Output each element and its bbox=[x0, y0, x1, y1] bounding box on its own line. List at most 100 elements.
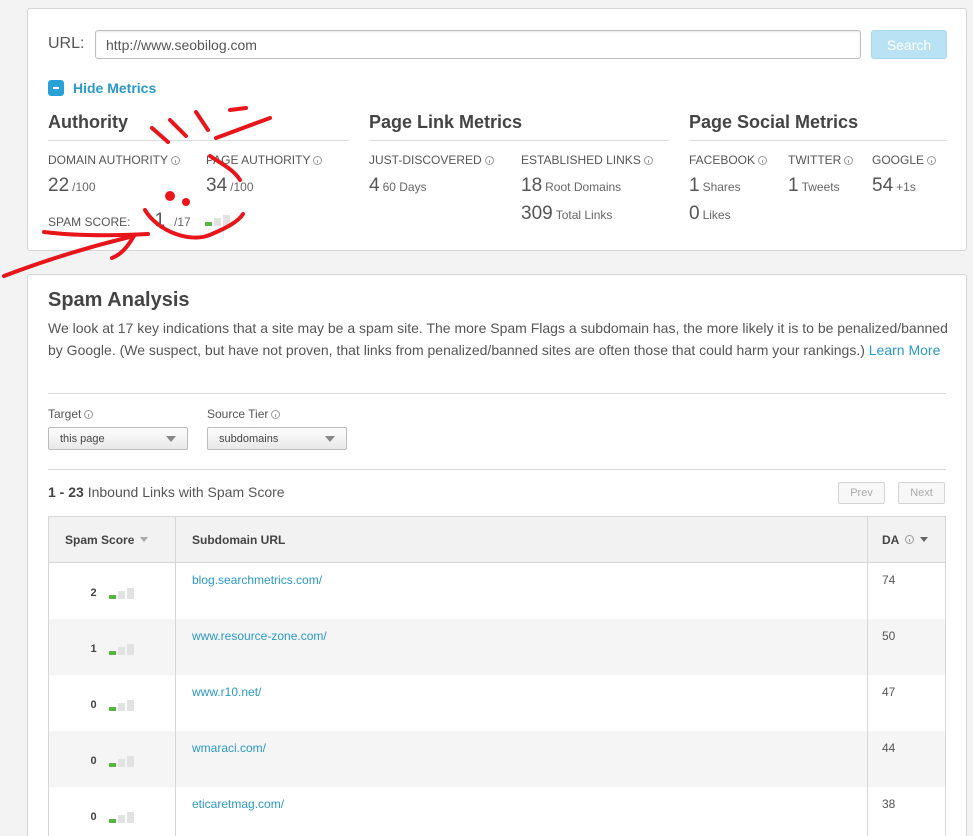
info-icon[interactable] bbox=[484, 155, 494, 165]
spam-bar bbox=[222, 215, 230, 226]
sort-icon bbox=[140, 537, 149, 542]
spam-bar bbox=[126, 700, 134, 711]
da-cell: 38 bbox=[882, 797, 896, 811]
spam-score-number: 2 bbox=[90, 587, 97, 599]
facebook-shares-value: 1 bbox=[689, 175, 700, 196]
target-select[interactable]: this page bbox=[48, 427, 188, 450]
collapse-icon bbox=[48, 80, 64, 96]
subdomain-link[interactable]: wmaraci.com/ bbox=[192, 741, 266, 755]
spam-bar bbox=[108, 763, 116, 767]
table-row: 2 blog.searchmetrics.com/ 74 bbox=[49, 563, 945, 619]
subdomain-link[interactable]: eticaretmag.com/ bbox=[192, 797, 284, 811]
spam-score-cell: 0 bbox=[49, 787, 176, 836]
da-header-label: DA bbox=[882, 532, 900, 547]
description-text: We look at 17 key indications that a sit… bbox=[48, 320, 948, 358]
link-metrics-group: Page Link Metrics bbox=[369, 112, 669, 141]
subdomain-link[interactable]: www.resource-zone.com/ bbox=[192, 629, 327, 643]
subdomain-url-cell: eticaretmag.com/ bbox=[176, 787, 868, 836]
spam-bar bbox=[126, 756, 134, 767]
spam-bar bbox=[213, 218, 221, 226]
just-discovered-metric: JUST-DISCOVERED 4 60 Days bbox=[369, 153, 494, 197]
domain-authority-unit: /100 bbox=[72, 180, 96, 194]
spam-score-number: 0 bbox=[90, 811, 97, 823]
info-icon[interactable] bbox=[905, 535, 915, 544]
next-button[interactable]: Next bbox=[898, 482, 945, 504]
source-tier-select-value: subdomains bbox=[219, 432, 279, 445]
spam-score-column-header[interactable]: Spam Score bbox=[49, 517, 176, 562]
spam-bar bbox=[117, 815, 125, 823]
search-button[interactable]: Search bbox=[871, 30, 947, 59]
spam-score-bars bbox=[108, 812, 134, 823]
just-discovered-label: JUST-DISCOVERED bbox=[369, 153, 482, 167]
page-authority-label: PAGE AUTHORITY bbox=[206, 153, 311, 167]
subdomain-url-column-header[interactable]: Subdomain URL bbox=[176, 517, 868, 562]
spam-bar bbox=[117, 759, 125, 767]
url-input[interactable] bbox=[95, 30, 861, 59]
spam-score-bars bbox=[108, 588, 134, 599]
hide-metrics-toggle[interactable]: Hide Metrics bbox=[48, 80, 156, 96]
just-discovered-value: 4 bbox=[369, 175, 380, 196]
info-icon[interactable] bbox=[84, 409, 94, 419]
sort-icon bbox=[920, 537, 929, 542]
domain-authority-label: DOMAIN AUTHORITY bbox=[48, 153, 169, 167]
spam-bar bbox=[108, 595, 116, 599]
spam-links-table: Spam Score Subdomain URL DA 2 blog.searc… bbox=[48, 516, 946, 836]
metrics-panel: URL: Search Hide Metrics Authority DOMAI… bbox=[27, 8, 967, 251]
table-row: 0 www.r10.net/ 47 bbox=[49, 675, 945, 731]
spam-score-bars bbox=[108, 700, 134, 711]
spam-analysis-description: We look at 17 key indications that a sit… bbox=[48, 317, 948, 361]
facebook-label: FACEBOOK bbox=[689, 153, 756, 167]
facebook-shares-unit: Shares bbox=[702, 180, 741, 194]
spam-bar bbox=[117, 647, 125, 655]
url-label: URL: bbox=[48, 35, 85, 52]
info-icon[interactable] bbox=[844, 155, 854, 165]
root-domains-unit: Root Domains bbox=[545, 180, 622, 194]
results-count: 1 - 23 Inbound Links with Spam Score bbox=[48, 484, 285, 500]
subdomain-link[interactable]: blog.searchmetrics.com/ bbox=[192, 573, 322, 587]
spam-analysis-title: Spam Analysis bbox=[48, 289, 190, 311]
source-tier-filter: Source Tier subdomains bbox=[207, 407, 347, 450]
da-column-header[interactable]: DA bbox=[868, 517, 945, 562]
info-icon[interactable] bbox=[643, 155, 653, 165]
spam-score-label: SPAM SCORE: bbox=[48, 215, 131, 229]
subdomain-url-cell: www.resource-zone.com/ bbox=[176, 619, 868, 675]
info-icon[interactable] bbox=[758, 155, 768, 165]
spam-analysis-panel: Spam Analysis We look at 17 key indicati… bbox=[27, 274, 967, 836]
spam-bar bbox=[117, 703, 125, 711]
da-cell: 44 bbox=[882, 741, 896, 755]
facebook-metric: FACEBOOK 1 Shares 0 Likes bbox=[689, 153, 768, 225]
domain-authority-metric: DOMAIN AUTHORITY 22/100 bbox=[48, 153, 181, 197]
hide-metrics-label: Hide Metrics bbox=[73, 80, 157, 96]
twitter-metric: TWITTER 1 Tweets bbox=[788, 153, 854, 197]
subdomain-url-cell: wmaraci.com/ bbox=[176, 731, 868, 787]
established-links-label: ESTABLISHED LINKS bbox=[521, 153, 641, 167]
spam-bar bbox=[126, 644, 134, 655]
spam-bar bbox=[204, 222, 212, 226]
twitter-label: TWITTER bbox=[788, 153, 842, 167]
info-icon[interactable] bbox=[271, 409, 281, 419]
info-icon[interactable] bbox=[171, 155, 181, 165]
spam-bar bbox=[108, 819, 116, 823]
subdomain-link[interactable]: www.r10.net/ bbox=[192, 685, 261, 699]
spam-score-number: 0 bbox=[90, 699, 97, 711]
facebook-likes-value: 0 bbox=[689, 203, 700, 224]
total-links-unit: Total Links bbox=[555, 208, 613, 222]
google-label: GOOGLE bbox=[872, 153, 925, 167]
spam-score-unit: /17 bbox=[174, 215, 191, 229]
table-row: 1 www.resource-zone.com/ 50 bbox=[49, 619, 945, 675]
facebook-likes-unit: Likes bbox=[702, 208, 731, 222]
learn-more-link[interactable]: Learn More bbox=[869, 342, 941, 358]
source-tier-label: Source Tier bbox=[207, 407, 269, 421]
source-tier-select[interactable]: subdomains bbox=[207, 427, 347, 450]
divider bbox=[48, 393, 946, 394]
google-unit: +1s bbox=[896, 180, 916, 194]
chevron-down-icon bbox=[166, 435, 176, 442]
spam-bar bbox=[108, 651, 116, 655]
info-icon[interactable] bbox=[313, 155, 323, 165]
da-cell: 47 bbox=[882, 685, 896, 699]
domain-authority-value: 22 bbox=[48, 175, 70, 196]
prev-button[interactable]: Prev bbox=[838, 482, 885, 504]
subdomain-url-header-label: Subdomain URL bbox=[192, 532, 286, 547]
da-cell: 74 bbox=[882, 573, 896, 587]
info-icon[interactable] bbox=[927, 155, 937, 165]
